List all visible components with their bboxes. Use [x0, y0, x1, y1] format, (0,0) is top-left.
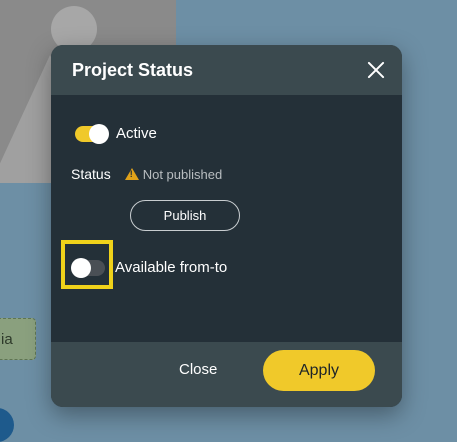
- active-label: Active: [116, 125, 157, 142]
- status-label: Status: [71, 166, 111, 182]
- status-row: Status Not published: [71, 166, 222, 182]
- toggle-knob: [71, 257, 91, 278]
- status-value: Not published: [142, 166, 223, 182]
- available-row: Available from-to: [71, 257, 228, 278]
- dialog-header: Project Status: [51, 45, 402, 95]
- dialog-title: Project Status: [72, 60, 194, 80]
- dialog-footer: Close Apply: [51, 342, 402, 407]
- publish-button[interactable]: Publish: [130, 200, 240, 231]
- close-icon[interactable]: [366, 60, 386, 80]
- project-status-dialog: Project Status Active Status Not publish…: [51, 45, 402, 407]
- active-toggle[interactable]: [75, 123, 109, 144]
- apply-button[interactable]: Apply: [263, 350, 375, 391]
- close-button[interactable]: Close: [179, 361, 217, 378]
- available-toggle[interactable]: [71, 257, 105, 278]
- active-row: Active: [75, 123, 157, 144]
- warning-icon: [124, 168, 139, 180]
- toggle-knob: [89, 123, 109, 144]
- available-label: Available from-to: [115, 259, 228, 276]
- background-tag: ia: [0, 318, 36, 360]
